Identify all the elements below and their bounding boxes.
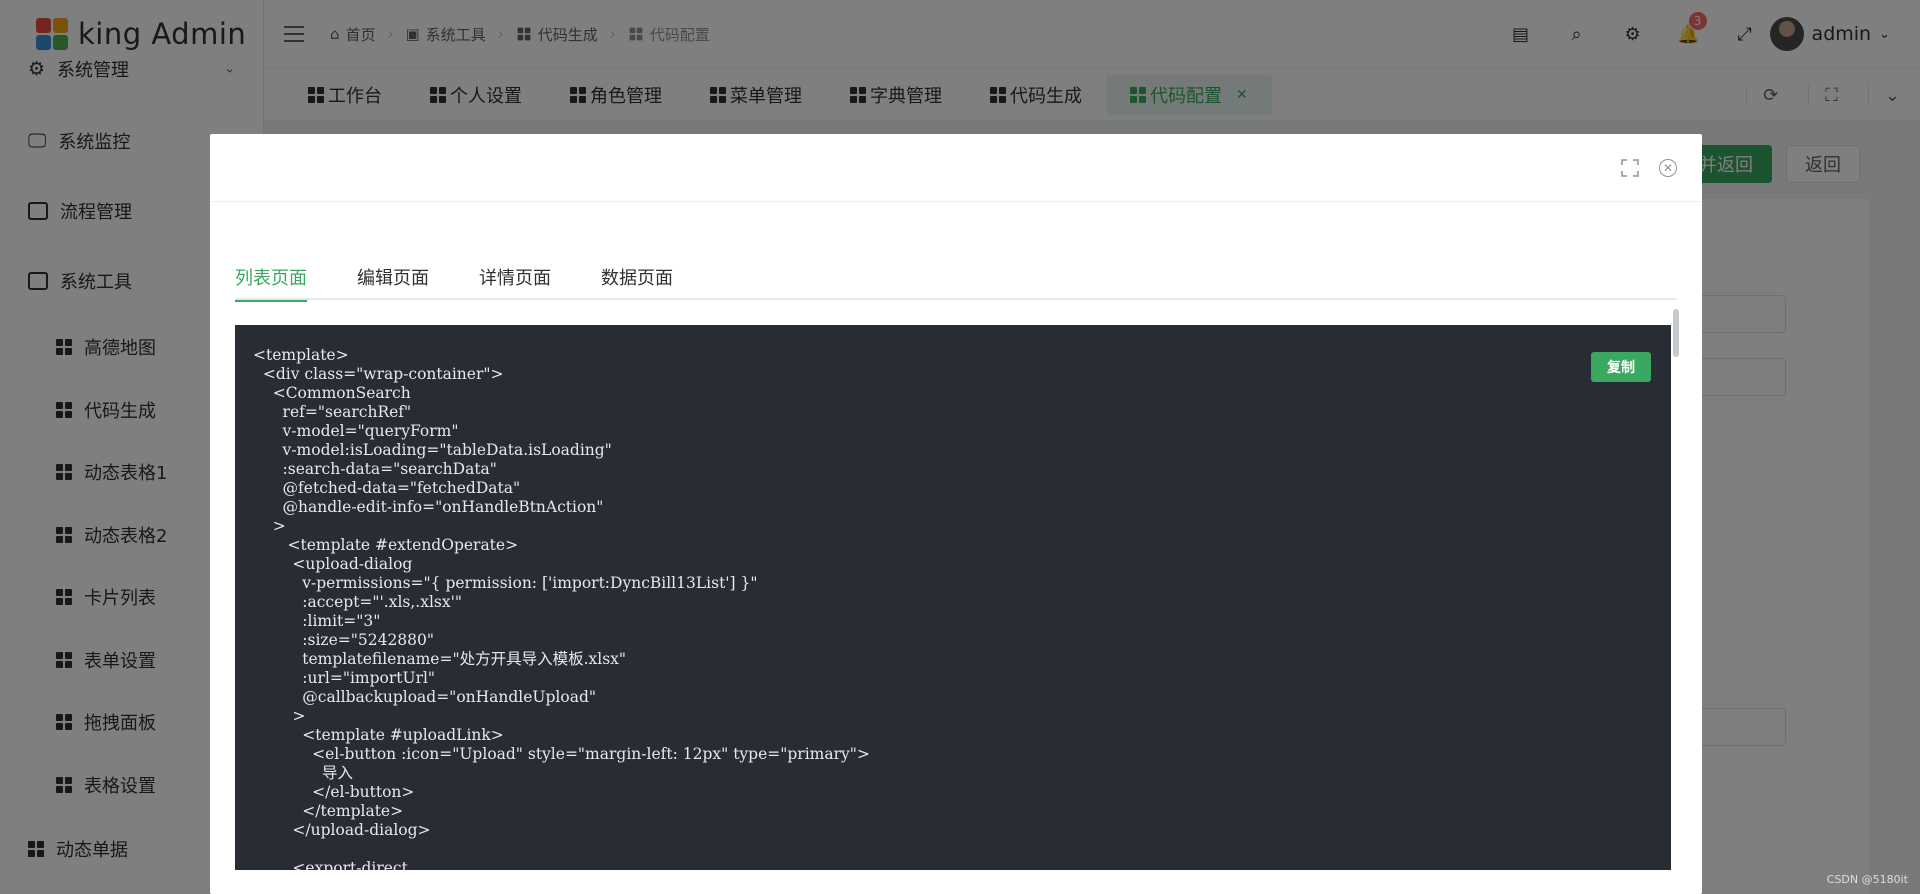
scrollbar-thumb[interactable]	[1673, 309, 1679, 357]
copy-button[interactable]: 复制	[1591, 352, 1651, 382]
watermark: CSDN @5180it	[1826, 873, 1908, 886]
tab-data-page[interactable]: 数据页面	[576, 254, 698, 300]
code-preview-dialog: ✕ 列表页面 编辑页面 详情页面 数据页面 <template> <div cl…	[210, 134, 1702, 894]
code-content: <template> <div class="wrap-container"> …	[253, 346, 870, 870]
fullscreen-icon-svg	[1621, 159, 1639, 177]
tab-list-page[interactable]: 列表页面	[235, 254, 332, 302]
fullscreen-icon[interactable]	[1620, 158, 1640, 178]
close-icon[interactable]: ✕	[1658, 158, 1678, 178]
tab-detail-page[interactable]: 详情页面	[454, 254, 576, 300]
close-circle-icon: ✕	[1659, 159, 1677, 177]
code-tabs: 列表页面 编辑页面 详情页面 数据页面	[235, 254, 1677, 302]
code-block[interactable]: <template> <div class="wrap-container"> …	[235, 325, 1671, 870]
scrollbar-track[interactable]	[1671, 308, 1681, 870]
dialog-header: ✕	[210, 134, 1702, 202]
tab-edit-page[interactable]: 编辑页面	[332, 254, 454, 300]
